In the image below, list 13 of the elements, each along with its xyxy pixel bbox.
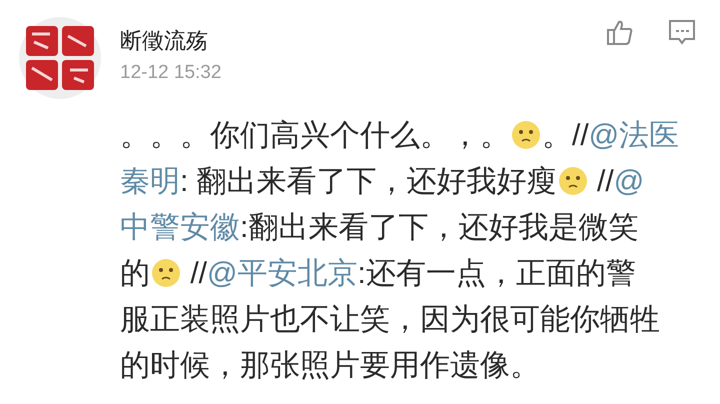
mention-link[interactable]: 中警安徽 xyxy=(120,211,240,244)
emoji-icon xyxy=(151,258,181,288)
author-name[interactable]: 断徵流殇 xyxy=(120,26,606,56)
emoji-icon xyxy=(511,120,541,150)
comment-icon[interactable] xyxy=(668,18,696,46)
thumbs-up-icon[interactable] xyxy=(606,18,634,46)
comment-text: 。。。你们高兴个什么。，。 。//@法医 秦明: 翻出来看了下，还好我好瘦 //@ 中警安徽:翻出来看了下，还好我是微笑 的 //@平安北京:还有一点，正面的警 服正装照片也不让笑，因为很可能你牺牲 的时候，那张照片要用作遗像。 xyxy=(120,118,680,384)
mention-link[interactable]: @ xyxy=(614,165,644,198)
mention-link[interactable]: @平安北京 xyxy=(207,257,358,290)
timestamp: 12-12 15:32 xyxy=(120,61,222,85)
mention-link[interactable]: 秦明 xyxy=(120,165,180,198)
mention-link[interactable]: @法医 xyxy=(588,119,680,152)
emoji-icon xyxy=(558,166,588,196)
